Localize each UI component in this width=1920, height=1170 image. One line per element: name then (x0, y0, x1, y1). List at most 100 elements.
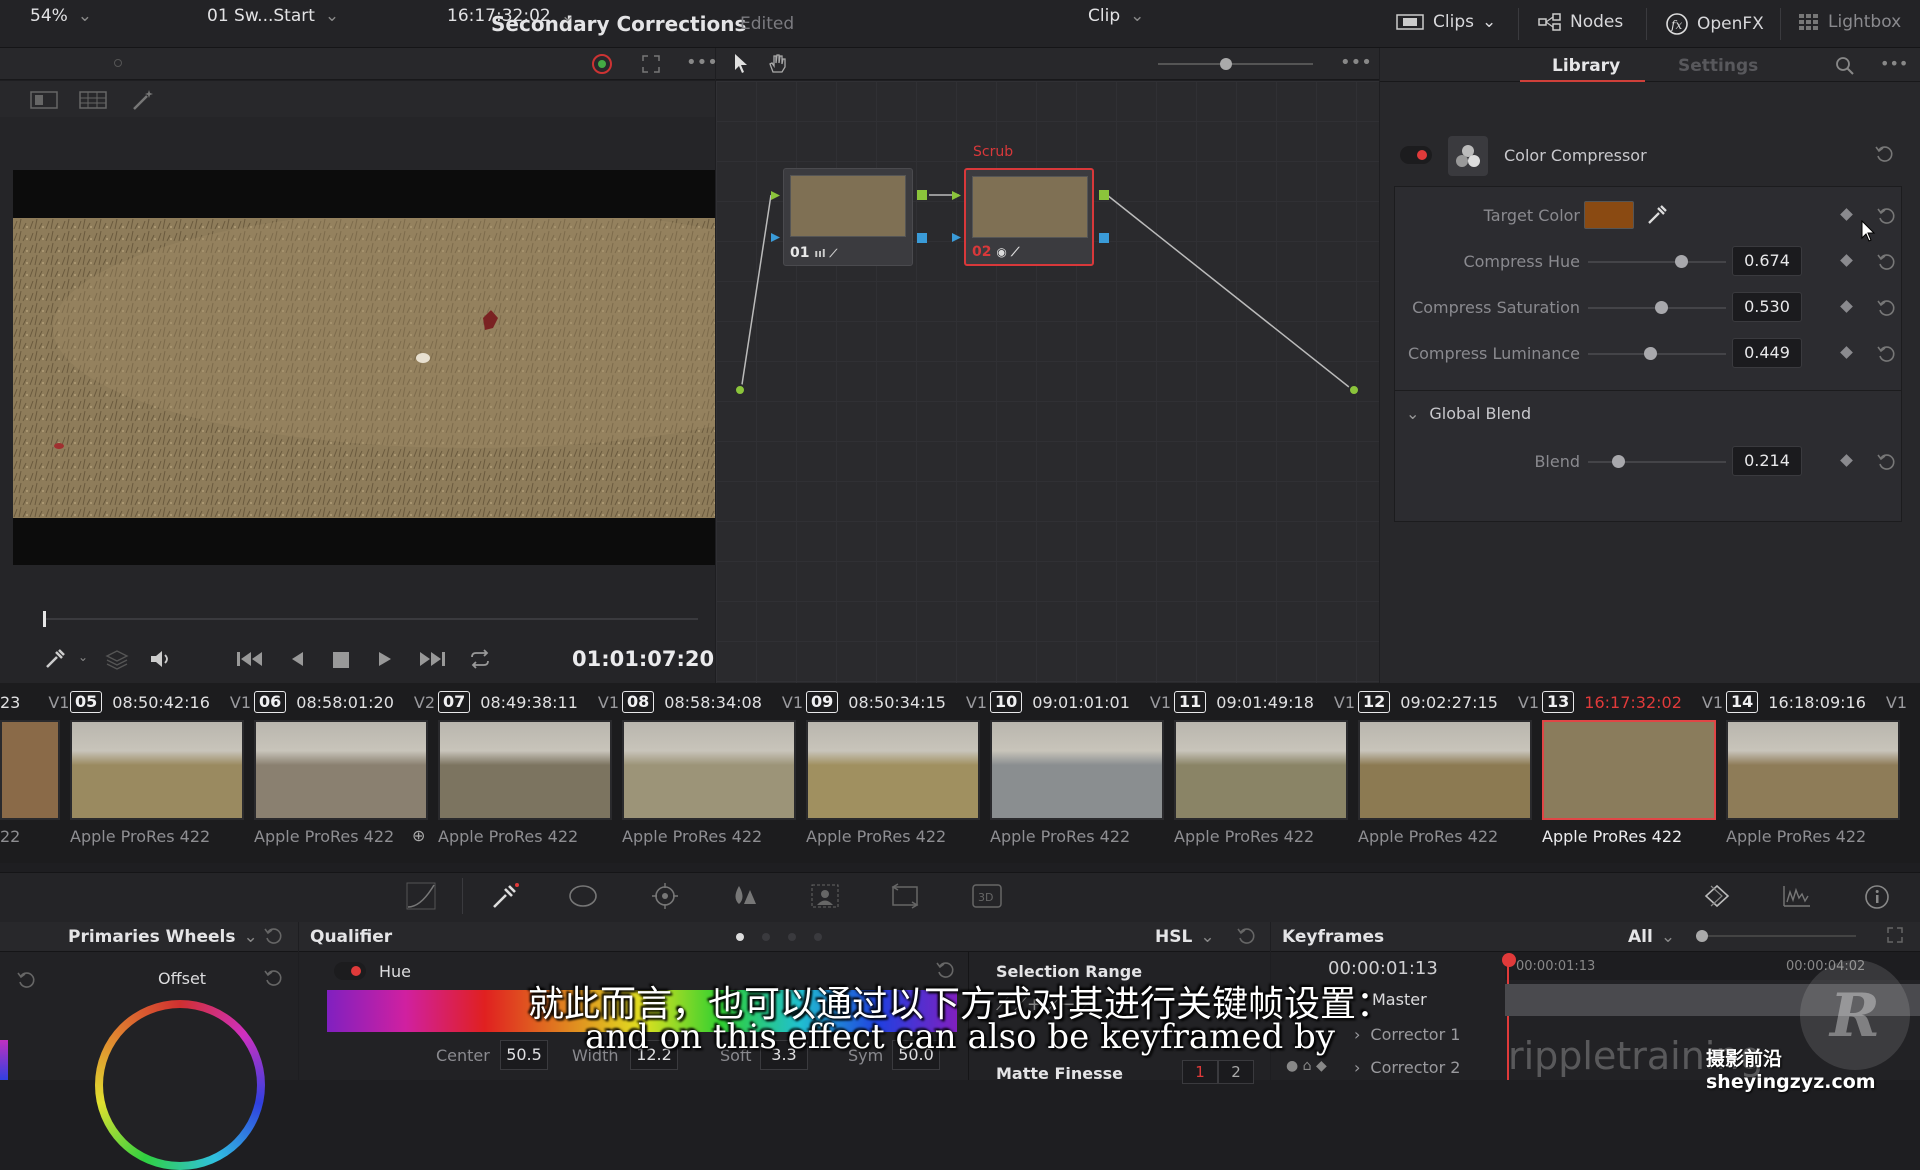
qualifier-mode-dropdown[interactable]: HSL ⌄ (1155, 927, 1215, 947)
page-dot-active[interactable] (736, 933, 744, 941)
clip-thumbnail[interactable] (622, 720, 796, 820)
node-output-port[interactable] (917, 233, 927, 243)
grid-view-icon[interactable] (79, 90, 107, 110)
openfx-button[interactable]: fx OpenFX (1665, 12, 1764, 36)
keyframe-icon[interactable] (1840, 208, 1853, 221)
expand-icon[interactable] (1886, 926, 1904, 944)
skip-to-end-icon[interactable] (419, 649, 447, 669)
clip-thumbnail[interactable] (1174, 720, 1348, 820)
clip-thumbnail[interactable] (990, 720, 1164, 820)
skip-to-start-icon[interactable] (235, 649, 263, 669)
speaker-icon[interactable] (148, 648, 174, 670)
tab-library[interactable]: Library (1552, 56, 1620, 76)
blur-icon[interactable] (730, 882, 760, 910)
global-blend-toggle[interactable]: ⌄ Global Blend (1406, 404, 1531, 423)
reset-icon[interactable] (1876, 298, 1896, 318)
reset-icon[interactable] (1876, 206, 1896, 226)
page-dot[interactable] (788, 933, 796, 941)
reset-icon[interactable] (1874, 144, 1894, 164)
clip-thumbnail[interactable] (1542, 720, 1716, 820)
clip-thumbnail[interactable] (1726, 720, 1900, 820)
clip-thumbnail[interactable] (438, 720, 612, 820)
matte-page-2-button[interactable]: 2 (1218, 1060, 1254, 1084)
reset-icon[interactable] (263, 926, 283, 946)
target-color-swatch[interactable] (1584, 201, 1634, 229)
blend-slider[interactable] (1588, 455, 1726, 468)
output-node-dot[interactable] (1348, 384, 1360, 396)
slider-knob[interactable] (1655, 301, 1669, 314)
slider-knob[interactable] (1643, 347, 1657, 360)
matte-page-1-button[interactable]: 1 (1182, 1060, 1218, 1084)
nodes-button[interactable]: Nodes (1538, 12, 1623, 32)
compress-saturation-slider[interactable] (1588, 301, 1726, 314)
page-dot[interactable] (762, 933, 770, 941)
eyedropper-icon[interactable] (44, 648, 66, 670)
more-options-icon[interactable]: ••• (1880, 54, 1908, 73)
kf-corrector2-row[interactable]: › Corrector 2 (1354, 1058, 1460, 1077)
keyframe-icon[interactable] (1840, 454, 1853, 467)
playhead-marker[interactable] (1502, 953, 1516, 967)
search-icon[interactable] (1835, 56, 1855, 76)
fullscreen-icon[interactable] (641, 54, 661, 74)
keyframe-icon[interactable] (1840, 254, 1853, 267)
qualifier-eyedropper-icon[interactable] (490, 882, 520, 910)
tracker-icon[interactable] (650, 882, 680, 910)
clips-button[interactable]: Clips ⌄ (1395, 12, 1496, 32)
slider-knob[interactable] (1611, 455, 1625, 468)
layers-icon[interactable] (105, 648, 129, 670)
slider-knob[interactable] (1675, 255, 1688, 268)
curves-icon[interactable] (406, 882, 436, 910)
play-icon[interactable] (377, 649, 393, 669)
node-mode-dropdown[interactable]: Clip ⌄ (1088, 6, 1144, 26)
step-back-icon[interactable] (289, 649, 305, 669)
compress-hue-slider[interactable] (1588, 255, 1726, 268)
window-icon[interactable] (568, 882, 598, 910)
node-01[interactable]: 01 ııl ⟋ (783, 168, 913, 266)
more-options-icon[interactable]: ••• (1340, 52, 1372, 73)
reset-icon[interactable] (1876, 252, 1896, 272)
key-icon[interactable] (810, 882, 840, 910)
reset-icon[interactable] (1876, 344, 1896, 364)
loop-icon[interactable] (467, 648, 493, 670)
magic-wand-icon[interactable] (131, 88, 157, 112)
stop-icon[interactable] (332, 651, 350, 669)
keyframes-filter-dropdown[interactable]: All ⌄ (1628, 927, 1675, 947)
color-picker-icon[interactable] (590, 52, 614, 76)
hand-icon[interactable] (767, 52, 789, 74)
node-output-port[interactable] (1099, 190, 1109, 200)
node-02[interactable]: 02 ◉ ⟋ (964, 168, 1094, 266)
viewer-scrubber[interactable] (15, 610, 698, 627)
clip-thumbnail[interactable] (806, 720, 980, 820)
pointer-icon[interactable] (733, 53, 749, 75)
clip-thumbnail[interactable] (0, 720, 60, 820)
clip-thumbnail[interactable] (70, 720, 244, 820)
clip-thumbnail[interactable] (1358, 720, 1532, 820)
keyframe-zoom-slider[interactable] (1696, 930, 1856, 942)
compress-hue-input[interactable]: 0.674 (1732, 246, 1802, 276)
lightbox-button[interactable]: Lightbox (1798, 12, 1901, 32)
corrector2-controls[interactable]: ● ⌂ ◆ (1286, 1058, 1327, 1074)
scopes-icon[interactable] (1782, 884, 1812, 908)
effect-enable-toggle[interactable] (1400, 146, 1432, 164)
compress-luminance-input[interactable]: 0.449 (1732, 338, 1802, 368)
node-output-port[interactable] (1099, 233, 1109, 243)
keyframes-icon[interactable] (1700, 884, 1734, 908)
clip-name-dropdown[interactable]: 01 Sw...Start ⌄ (207, 6, 339, 26)
clip-thumbnail[interactable] (254, 720, 428, 820)
reset-icon[interactable] (1876, 452, 1896, 472)
more-options-icon[interactable]: ••• (686, 52, 718, 73)
tab-settings[interactable]: Settings (1678, 56, 1758, 76)
keyframe-icon[interactable] (1840, 346, 1853, 359)
blend-input[interactable]: 0.214 (1732, 446, 1802, 476)
3d-icon[interactable]: 3D (972, 884, 1002, 908)
eyedropper-icon[interactable] (1646, 204, 1668, 226)
node-output-port[interactable] (917, 190, 927, 200)
reset-icon[interactable] (1236, 926, 1256, 946)
sizing-icon[interactable] (890, 882, 920, 910)
wheels-mode-dropdown[interactable]: Primaries Wheels ⌄ (68, 927, 258, 947)
info-icon[interactable] (1864, 884, 1890, 910)
compress-saturation-input[interactable]: 0.530 (1732, 292, 1802, 322)
chevron-down-icon[interactable]: ⌄ (78, 650, 88, 664)
page-dot[interactable] (814, 933, 822, 941)
compress-luminance-slider[interactable] (1588, 347, 1726, 360)
